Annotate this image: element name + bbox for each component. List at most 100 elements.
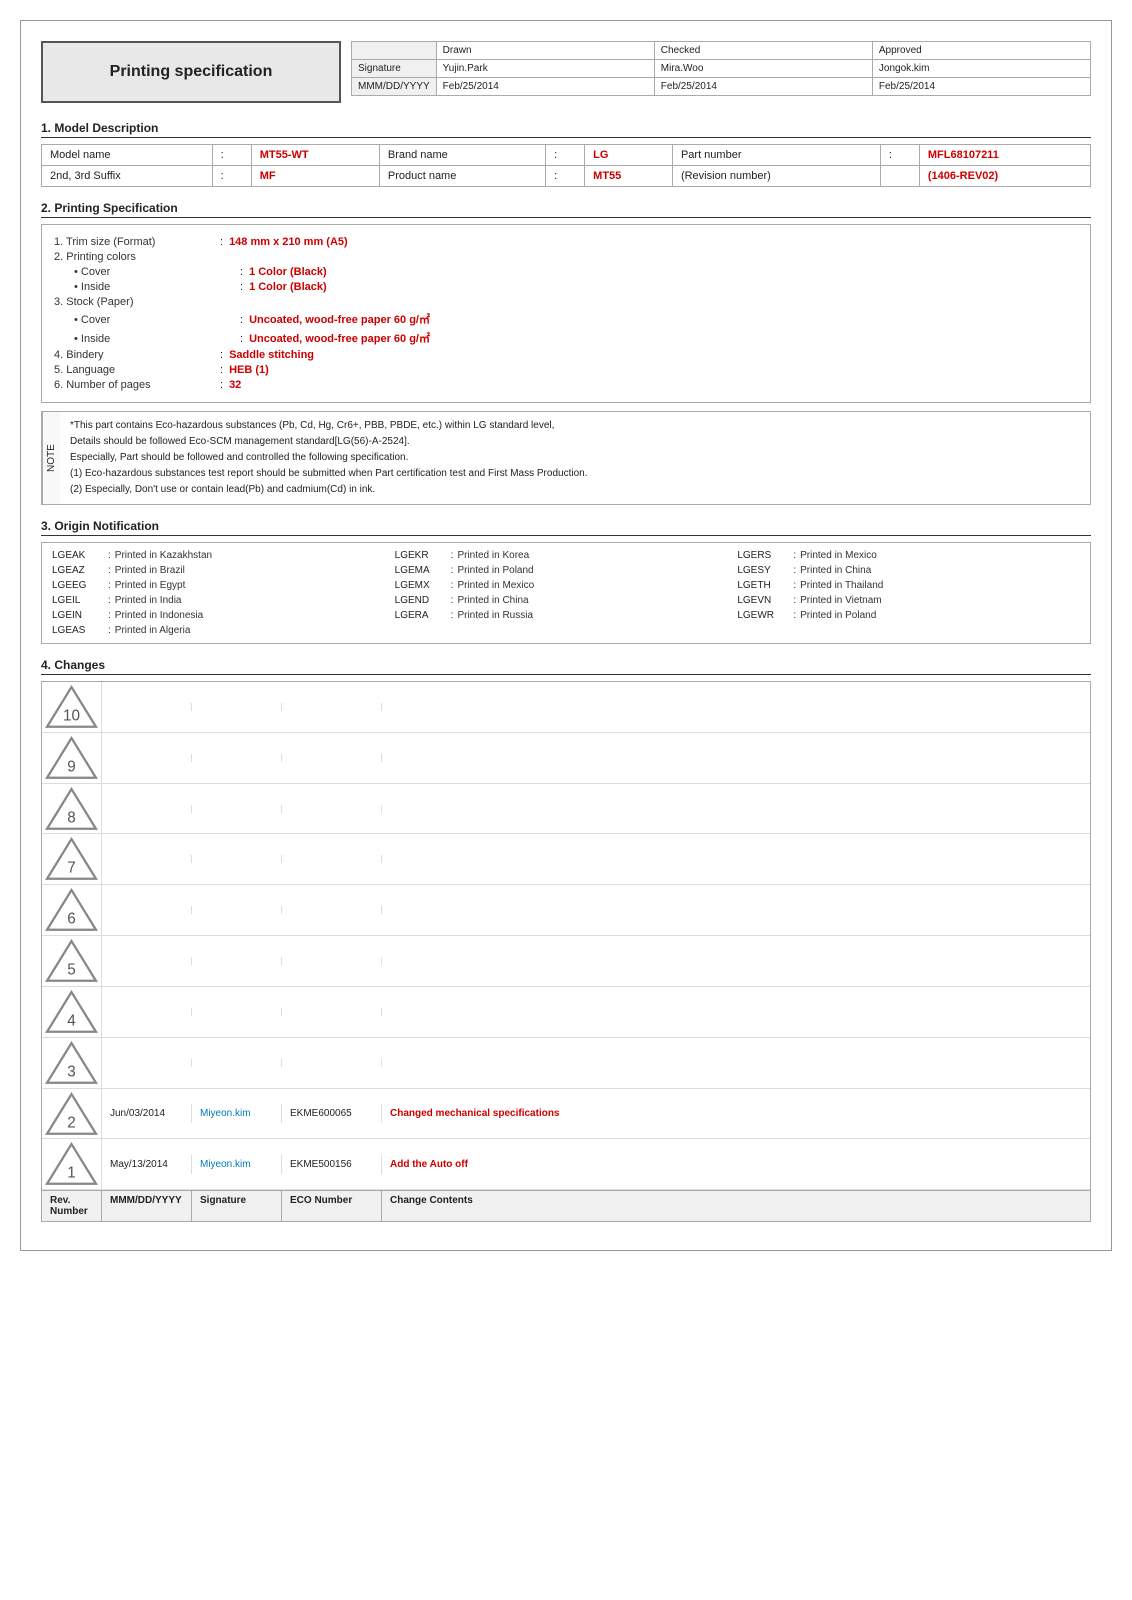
- svg-text:5: 5: [67, 962, 76, 979]
- rev-triangle-7-icon: 7: [44, 836, 99, 882]
- changes-eco-10: [282, 703, 382, 711]
- changes-rev-5: 5: [42, 936, 102, 986]
- revision-value: (1406-REV02): [919, 166, 1090, 187]
- brand-name-value: LG: [585, 145, 673, 166]
- model-name-label: Model name: [42, 145, 213, 166]
- origin-lgeas: LGEAS : Printed in Algeria: [52, 624, 395, 637]
- model-name-value: MT55-WT: [251, 145, 379, 166]
- changes-sig-10: [192, 703, 282, 711]
- spec-pages-value: 32: [229, 379, 241, 391]
- changes-date-6: [102, 906, 192, 914]
- model-name-colon: :: [212, 145, 251, 166]
- svg-text:8: 8: [67, 809, 76, 826]
- changes-date-9: [102, 754, 192, 762]
- changes-rev-4: 4: [42, 987, 102, 1037]
- approved-date: Feb/25/2014: [872, 78, 1090, 96]
- checked-sig: Mira.Woo: [654, 60, 872, 78]
- changes-eco-3: [282, 1059, 382, 1067]
- origin-box: LGEAK : Printed in Kazakhstan LGEKR : Pr…: [41, 542, 1091, 644]
- product-name-value: MT55: [585, 166, 673, 187]
- note-line-2: Details should be followed Eco-SCM manag…: [70, 434, 587, 450]
- changes-date-5: [102, 957, 192, 965]
- rev-triangle-4-icon: 4: [44, 989, 99, 1035]
- note-content: *This part contains Eco-hazardous substa…: [60, 412, 597, 504]
- spec-cover-stock-label: • Cover: [74, 314, 234, 326]
- origin-lgevn: LGEVN : Printed in Vietnam: [737, 594, 1080, 607]
- changes-eco-9: [282, 754, 382, 762]
- changes-rev-9: 9: [42, 733, 102, 783]
- changes-date-2: Jun/03/2014: [102, 1104, 192, 1123]
- origin-lgekr: LGEKR : Printed in Korea: [395, 549, 738, 562]
- changes-sig-6: [192, 906, 282, 914]
- changes-date-3: [102, 1059, 192, 1067]
- origin-empty1: [395, 624, 738, 637]
- changes-eco-1: EKME500156: [282, 1155, 382, 1174]
- part-number-label: Part number: [672, 145, 880, 166]
- rev-triangle-10-icon: 10: [44, 684, 99, 730]
- changes-content-10: [382, 703, 1090, 711]
- changes-content-1: Add the Auto off: [382, 1155, 1090, 1174]
- drawn-date: Feb/25/2014: [436, 78, 654, 96]
- rev-triangle-5-icon: 5: [44, 938, 99, 984]
- signature-label: Signature: [352, 60, 437, 78]
- approved-sig: Jongok.kim: [872, 60, 1090, 78]
- changes-row-6: 6: [42, 885, 1090, 936]
- spec-inside-stock-label: • Inside: [74, 333, 234, 345]
- changes-content-7: [382, 855, 1090, 863]
- changes-row-10: 10: [42, 682, 1090, 733]
- note-line-5: (2) Especially, Don't use or contain lea…: [70, 482, 587, 498]
- changes-date-7: [102, 855, 192, 863]
- changes-rev-2: 2: [42, 1089, 102, 1139]
- svg-text:10: 10: [63, 708, 80, 725]
- printing-spec-box: 1. Trim size (Format) : 148 mm x 210 mm …: [41, 224, 1091, 403]
- checked-label: Checked: [654, 42, 872, 60]
- rev-triangle-6-icon: 6: [44, 887, 99, 933]
- footer-date-label: MMM/DD/YYYY: [102, 1191, 192, 1221]
- footer-sig-label: Signature: [192, 1191, 282, 1221]
- rev-triangle-8-icon: 8: [44, 786, 99, 832]
- revision-label: (Revision number): [672, 166, 880, 187]
- spec-cover-value: 1 Color (Black): [249, 266, 327, 278]
- changes-rev-1: 1: [42, 1139, 102, 1189]
- changes-sig-8: [192, 805, 282, 813]
- document-page: Printing specification Drawn Checked App…: [20, 20, 1112, 1251]
- changes-content-5: [382, 957, 1090, 965]
- changes-sig-9: [192, 754, 282, 762]
- spec-bindery: 4. Bindery : Saddle stitching: [54, 349, 1078, 361]
- rev-triangle-2-icon: 2: [44, 1091, 99, 1137]
- changes-content-4: [382, 1008, 1090, 1016]
- spec-inside-stock: • Inside : Uncoated, wood-free paper 60 …: [74, 330, 1078, 346]
- changes-eco-6: [282, 906, 382, 914]
- rev-triangle-3-icon: 3: [44, 1040, 99, 1086]
- checked-date: Feb/25/2014: [654, 78, 872, 96]
- document-title: Printing specification: [41, 41, 341, 103]
- spec-language: 5. Language : HEB (1): [54, 364, 1078, 376]
- changes-content-8: [382, 805, 1090, 813]
- spec-cover-color: • Cover : 1 Color (Black): [74, 266, 1078, 278]
- changes-content-6: [382, 906, 1090, 914]
- spec-stock-label: 3. Stock (Paper): [54, 296, 214, 308]
- changes-table: 10 9 8: [41, 681, 1091, 1222]
- part-number-value: MFL68107211: [919, 145, 1090, 166]
- spec-pages-label: 6. Number of pages: [54, 379, 214, 391]
- spec-inside-stock-value: Uncoated, wood-free paper 60 g/㎡: [249, 330, 430, 346]
- origin-lgein: LGEIN : Printed in Indonesia: [52, 609, 395, 622]
- note-side-label: NOTE: [42, 412, 60, 504]
- header: Printing specification Drawn Checked App…: [41, 41, 1091, 103]
- suffix-colon: :: [212, 166, 251, 187]
- changes-eco-2: EKME600065: [282, 1104, 382, 1123]
- changes-date-8: [102, 805, 192, 813]
- origin-lgeaz: LGEAZ : Printed in Brazil: [52, 564, 395, 577]
- changes-sig-3: [192, 1059, 282, 1067]
- spec-bindery-label: 4. Bindery: [54, 349, 214, 361]
- changes-sig-2: Miyeon.kim: [192, 1104, 282, 1123]
- changes-content-2: Changed mechanical specifications: [382, 1104, 1090, 1123]
- changes-row-7: 7: [42, 834, 1090, 885]
- changes-row-2: 2 Jun/03/2014 Miyeon.kim EKME600065 Chan…: [42, 1089, 1090, 1140]
- spec-cover-stock: • Cover : Uncoated, wood-free paper 60 g…: [74, 311, 1078, 327]
- spec-bindery-value: Saddle stitching: [229, 349, 314, 361]
- changes-rev-3: 3: [42, 1038, 102, 1088]
- brand-name-colon: :: [546, 145, 585, 166]
- approval-table: Drawn Checked Approved Signature Yujin.P…: [351, 41, 1091, 96]
- changes-footer: Rev. Number MMM/DD/YYYY Signature ECO Nu…: [42, 1190, 1090, 1221]
